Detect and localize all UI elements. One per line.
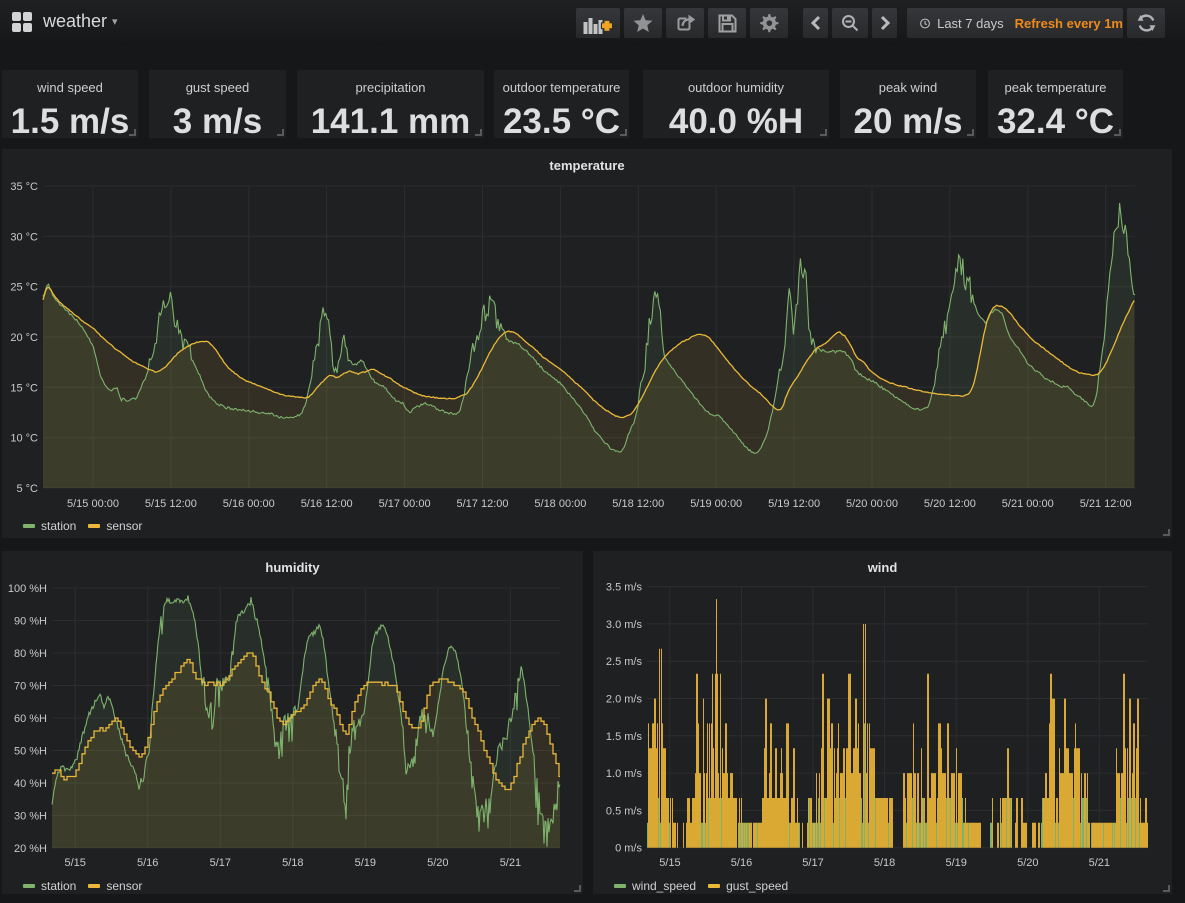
- svg-text:60 %H: 60 %H: [14, 713, 47, 725]
- svg-text:5/19 00:00: 5/19 00:00: [690, 498, 742, 510]
- svg-text:90 %H: 90 %H: [14, 616, 47, 628]
- svg-text:5 °C: 5 °C: [16, 483, 38, 495]
- svg-text:5/16: 5/16: [137, 857, 158, 869]
- svg-text:20 °C: 20 °C: [10, 332, 38, 344]
- svg-text:5/20 00:00: 5/20 00:00: [846, 498, 898, 510]
- svg-text:40 %H: 40 %H: [14, 778, 47, 790]
- svg-text:1.0 m/s: 1.0 m/s: [606, 768, 643, 780]
- svg-text:5/16 12:00: 5/16 12:00: [301, 498, 353, 510]
- svg-text:5/15 12:00: 5/15 12:00: [145, 498, 197, 510]
- svg-text:80 %H: 80 %H: [14, 648, 47, 660]
- svg-text:2.5 m/s: 2.5 m/s: [606, 656, 643, 668]
- svg-text:5/20: 5/20: [427, 857, 448, 869]
- svg-text:30 %H: 30 %H: [14, 811, 47, 823]
- svg-text:20 %H: 20 %H: [14, 843, 47, 855]
- svg-text:5/20: 5/20: [1017, 857, 1038, 869]
- svg-text:5/17 00:00: 5/17 00:00: [379, 498, 431, 510]
- svg-text:5/21: 5/21: [1089, 857, 1110, 869]
- svg-text:5/16 00:00: 5/16 00:00: [223, 498, 275, 510]
- svg-text:5/19 12:00: 5/19 12:00: [768, 498, 820, 510]
- svg-text:5/17 12:00: 5/17 12:00: [457, 498, 509, 510]
- svg-text:5/21 12:00: 5/21 12:00: [1080, 498, 1132, 510]
- svg-text:5/16: 5/16: [731, 857, 752, 869]
- svg-text:5/15 00:00: 5/15 00:00: [67, 498, 119, 510]
- svg-text:1.5 m/s: 1.5 m/s: [606, 731, 643, 743]
- svg-text:5/19: 5/19: [355, 857, 376, 869]
- svg-text:5/15: 5/15: [659, 857, 680, 869]
- svg-text:2.0 m/s: 2.0 m/s: [606, 694, 643, 706]
- svg-text:5/18: 5/18: [874, 857, 895, 869]
- svg-text:0.5 m/s: 0.5 m/s: [606, 805, 643, 817]
- svg-text:5/18 00:00: 5/18 00:00: [534, 498, 586, 510]
- svg-text:100 %H: 100 %H: [8, 583, 47, 595]
- svg-text:5/17: 5/17: [210, 857, 231, 869]
- svg-text:50 %H: 50 %H: [14, 746, 47, 758]
- svg-text:5/21 00:00: 5/21 00:00: [1002, 498, 1054, 510]
- svg-text:70 %H: 70 %H: [14, 681, 47, 693]
- svg-text:15 °C: 15 °C: [10, 382, 38, 394]
- svg-text:5/21: 5/21: [500, 857, 521, 869]
- svg-text:35 °C: 35 °C: [10, 181, 38, 193]
- svg-text:5/15: 5/15: [64, 857, 85, 869]
- svg-text:5/18: 5/18: [282, 857, 303, 869]
- svg-text:5/20 12:00: 5/20 12:00: [924, 498, 976, 510]
- svg-text:5/17: 5/17: [802, 857, 823, 869]
- svg-text:10 °C: 10 °C: [10, 433, 38, 445]
- svg-text:25 °C: 25 °C: [10, 282, 38, 294]
- svg-text:0 m/s: 0 m/s: [615, 843, 642, 855]
- svg-text:30 °C: 30 °C: [10, 231, 38, 243]
- svg-text:5/19: 5/19: [945, 857, 966, 869]
- svg-text:3.0 m/s: 3.0 m/s: [606, 619, 643, 631]
- svg-text:3.5 m/s: 3.5 m/s: [606, 582, 643, 594]
- svg-text:5/18 12:00: 5/18 12:00: [612, 498, 664, 510]
